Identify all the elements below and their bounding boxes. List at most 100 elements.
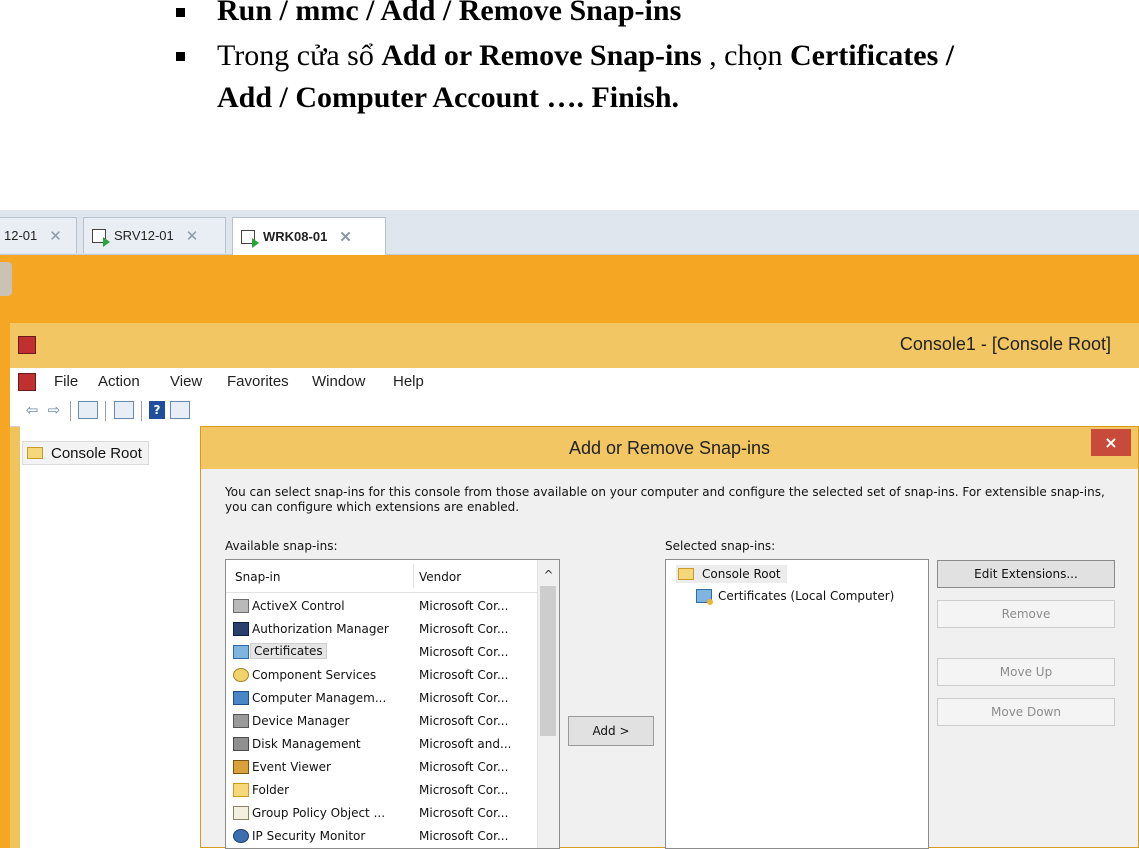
menu-action[interactable]: Action (98, 373, 140, 390)
selected-item-label: Certificates (Local Computer) (718, 589, 895, 603)
device-icon (233, 714, 249, 728)
selected-item-console-root[interactable]: Console Root (676, 565, 787, 583)
toolbar: ⇦ ⇨ ? (10, 396, 1139, 427)
instruction-bold: Add / Computer Account …. Finish. (217, 81, 680, 114)
toolbar-separator (141, 401, 142, 421)
list-item[interactable]: Computer Managem... Microsoft Cor... (226, 687, 538, 710)
close-icon[interactable]: ✕ (339, 228, 352, 246)
disk-icon (233, 737, 249, 751)
move-up-button[interactable]: Move Up (937, 658, 1115, 686)
authorization-icon (233, 622, 249, 636)
vm-icon (241, 229, 259, 248)
menu-help[interactable]: Help (393, 373, 424, 390)
list-item[interactable]: IP Security Monitor Microsoft Cor... (226, 825, 538, 848)
mmc-app-icon (18, 336, 36, 354)
folder-icon (233, 783, 249, 797)
snapin-name: Disk Management (252, 737, 361, 751)
list-item[interactable]: Authorization Manager Microsoft Cor... (226, 618, 538, 641)
column-header-snapin[interactable]: Snap-in (235, 570, 280, 584)
show-hide-tree-icon[interactable] (78, 401, 98, 419)
vm-tab-1[interactable]: 12-01 ✕ (0, 217, 77, 253)
scroll-up-icon[interactable]: ^ (538, 568, 559, 582)
vm-tab-3[interactable]: WRK08-01 ✕ (232, 217, 386, 255)
snapin-name: ActiveX Control (252, 599, 345, 613)
edit-extensions-button[interactable]: Edit Extensions... (937, 560, 1115, 588)
instruction-line-2: Trong cửa sổ Add or Remove Snap-ins , ch… (217, 39, 954, 73)
toolbar-separator (70, 401, 71, 421)
computer-icon (233, 691, 249, 705)
snapin-vendor: Microsoft and... (419, 737, 512, 751)
help-icon[interactable]: ? (149, 401, 165, 419)
menu-file[interactable]: File (54, 373, 78, 390)
toolbar-separator (105, 401, 106, 421)
snapin-vendor: Microsoft Cor... (419, 691, 509, 705)
selected-item-label: Console Root (702, 567, 781, 581)
list-item[interactable]: Device Manager Microsoft Cor... (226, 710, 538, 733)
event-icon (233, 760, 249, 774)
menu-window[interactable]: Window (312, 373, 365, 390)
menu-favorites[interactable]: Favorites (227, 373, 289, 390)
snapin-name: Device Manager (252, 714, 350, 728)
export-list-icon[interactable] (114, 401, 134, 419)
recycle-bin-icon[interactable] (0, 262, 12, 296)
list-item[interactable]: Group Policy Object ... Microsoft Cor... (226, 802, 538, 825)
snapin-name: Component Services (252, 668, 377, 682)
menu-view[interactable]: View (170, 373, 202, 390)
snapin-vendor: Microsoft Cor... (419, 668, 509, 682)
vertical-scrollbar[interactable]: ^ (537, 560, 559, 848)
snapin-vendor: Microsoft Cor... (419, 645, 509, 659)
available-snapins-list[interactable]: Snap-in Vendor ^ ActiveX Control Microso… (225, 559, 560, 849)
vm-tab-label: SRV12-01 (114, 228, 174, 243)
instruction-line-1: Run / mmc / Add / Remove Snap-ins (217, 0, 681, 28)
remove-button[interactable]: Remove (937, 600, 1115, 628)
list-item[interactable]: Component Services Microsoft Cor... (226, 664, 538, 687)
list-item[interactable]: Event Viewer Microsoft Cor... (226, 756, 538, 779)
snapin-vendor: Microsoft Cor... (419, 760, 509, 774)
instruction-line-3: Add / Computer Account …. Finish. (217, 81, 679, 115)
list-item[interactable]: Certificates Microsoft Cor... (226, 641, 538, 664)
component-icon (233, 668, 249, 682)
vm-tab-label: WRK08-01 (263, 229, 328, 244)
snapin-name: Certificates (250, 643, 327, 659)
snapin-vendor: Microsoft Cor... (419, 806, 509, 820)
snapin-name: IP Security Monitor (252, 829, 366, 843)
security-icon (233, 829, 249, 843)
close-icon[interactable]: ✕ (186, 227, 199, 245)
column-header-vendor[interactable]: Vendor (419, 570, 461, 584)
available-snapins-label: Available snap-ins: (225, 539, 338, 553)
selected-snapins-list[interactable]: Console Root Certificates (Local Compute… (665, 559, 929, 849)
list-item[interactable]: Folder Microsoft Cor... (226, 779, 538, 802)
policy-icon (233, 806, 249, 820)
folder-icon (678, 568, 694, 580)
column-divider[interactable] (413, 564, 414, 588)
list-item[interactable]: Disk Management Microsoft and... (226, 733, 538, 756)
forward-arrow-icon[interactable]: ⇨ (44, 400, 64, 420)
close-button[interactable]: × (1091, 429, 1131, 456)
snapin-name: Group Policy Object ... (252, 806, 386, 820)
certificate-icon (696, 589, 713, 605)
add-button[interactable]: Add > (568, 716, 654, 746)
snapin-name: Folder (252, 783, 290, 797)
vm-tab-2[interactable]: SRV12-01 ✕ (83, 217, 226, 253)
back-arrow-icon[interactable]: ⇦ (22, 400, 42, 420)
snapin-name: Authorization Manager (252, 622, 389, 636)
move-down-button[interactable]: Move Down (937, 698, 1115, 726)
scroll-thumb[interactable] (540, 586, 556, 736)
tree-item-label: Console Root (51, 444, 142, 462)
snapin-vendor: Microsoft Cor... (419, 714, 509, 728)
instruction-bold: Certificates / (790, 39, 955, 72)
document-instructions: Run / mmc / Add / Remove Snap-ins Trong … (0, 0, 1139, 210)
selected-item-certificates[interactable]: Certificates (Local Computer) (696, 587, 894, 605)
tree-item-console-root[interactable]: Console Root (22, 441, 149, 465)
list-item[interactable]: ActiveX Control Microsoft Cor... (226, 595, 538, 618)
folder-icon (27, 447, 43, 459)
mmc-title-bar[interactable]: Console1 - [Console Root] (10, 323, 1139, 368)
dialog-title-bar[interactable]: Add or Remove Snap-ins × (201, 427, 1138, 469)
dialog-title: Add or Remove Snap-ins (568, 438, 771, 458)
mmc-doc-icon[interactable] (18, 373, 36, 391)
snapin-vendor: Microsoft Cor... (419, 783, 509, 797)
window-title: Console1 - [Console Root] (899, 334, 1111, 354)
action-pane-icon[interactable] (170, 401, 190, 419)
activex-icon (233, 599, 249, 613)
close-icon[interactable]: ✕ (49, 227, 62, 245)
